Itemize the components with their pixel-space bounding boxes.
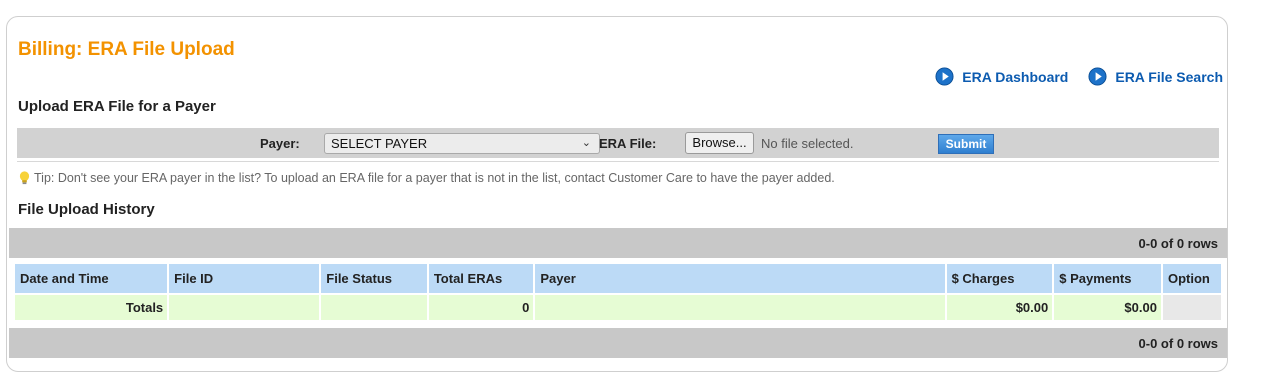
quick-links: ERA Dashboard ERA File Search (935, 67, 1223, 86)
pager-text: 0-0 of 0 rows (1138, 336, 1218, 351)
pager-text: 0-0 of 0 rows (1138, 236, 1218, 251)
divider (17, 161, 1219, 162)
file-upload-history-table: Date and Time File ID File Status Total … (13, 262, 1223, 322)
play-circle-icon (935, 67, 954, 86)
upload-form-bar: Payer: SELECT PAYER ⌄ ERA File: Browse..… (17, 128, 1219, 158)
era-file-search-link[interactable]: ERA File Search (1088, 67, 1223, 86)
totals-charges: $0.00 (946, 295, 1053, 320)
lightbulb-icon (19, 171, 30, 185)
totals-option (1162, 295, 1221, 320)
totals-row: Totals 0 $0.00 $0.00 (15, 295, 1221, 320)
totals-label: Totals (15, 295, 168, 320)
totals-file-id (169, 295, 320, 320)
column-header-charges[interactable]: $ Charges (946, 264, 1053, 293)
tip-message: Tip: Don't see your ERA payer in the lis… (18, 171, 835, 185)
column-header-file-id[interactable]: File ID (169, 264, 320, 293)
page-title: Billing: ERA File Upload (18, 39, 235, 60)
payer-select-value: SELECT PAYER (331, 136, 428, 151)
submit-button[interactable]: Submit (938, 134, 994, 154)
chevron-down-icon: ⌄ (581, 137, 591, 149)
column-header-file-status[interactable]: File Status (321, 264, 427, 293)
era-dashboard-link[interactable]: ERA Dashboard (935, 67, 1068, 86)
browse-button[interactable]: Browse... (685, 132, 754, 154)
column-header-option: Option (1162, 264, 1221, 293)
pager-bottom: 0-0 of 0 rows (9, 328, 1227, 358)
upload-section-title: Upload ERA File for a Payer (18, 98, 216, 115)
column-header-payments[interactable]: $ Payments (1054, 264, 1161, 293)
era-file-search-label: ERA File Search (1115, 68, 1223, 85)
payer-select[interactable]: SELECT PAYER ⌄ (324, 133, 600, 154)
column-header-payer[interactable]: Payer (535, 264, 945, 293)
totals-payer (535, 295, 945, 320)
payer-label: Payer: (260, 136, 300, 151)
history-section-title: File Upload History (18, 201, 155, 218)
table-header-row: Date and Time File ID File Status Total … (15, 264, 1221, 293)
column-header-date-time[interactable]: Date and Time (15, 264, 168, 293)
tip-text: Tip: Don't see your ERA payer in the lis… (34, 171, 835, 185)
no-file-text: No file selected. (761, 136, 854, 151)
totals-payments: $0.00 (1054, 295, 1161, 320)
era-file-label: ERA File: (599, 136, 657, 151)
totals-total-eras: 0 (428, 295, 534, 320)
pager-top: 0-0 of 0 rows (9, 228, 1227, 258)
column-header-total-eras[interactable]: Total ERAs (428, 264, 534, 293)
totals-file-status (321, 295, 427, 320)
play-circle-icon (1088, 67, 1107, 86)
era-dashboard-label: ERA Dashboard (962, 68, 1069, 85)
